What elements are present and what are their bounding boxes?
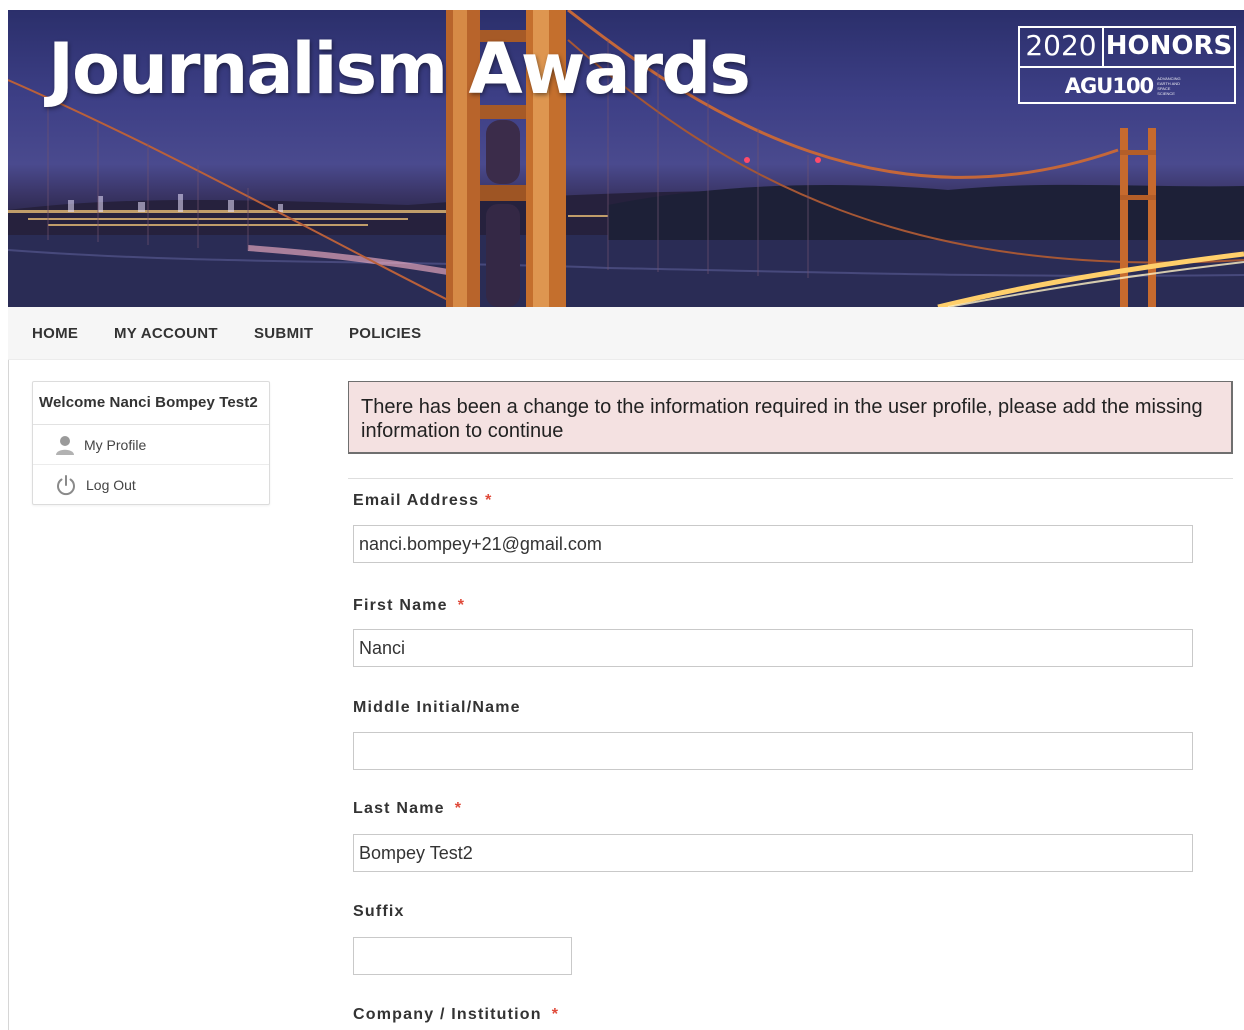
- sidebar-item-label: My Profile: [84, 436, 147, 453]
- badge-year: 2020: [1020, 28, 1104, 66]
- required-marker: *: [454, 800, 463, 817]
- email-label: Email Address *: [353, 492, 493, 509]
- divider: [348, 478, 1233, 479]
- first-name-field[interactable]: [353, 629, 1193, 667]
- last-name-label: Last Name *: [353, 800, 463, 817]
- nav-home[interactable]: HOME: [32, 325, 78, 342]
- middle-name-field[interactable]: [353, 732, 1193, 770]
- last-name-field[interactable]: [353, 834, 1193, 872]
- sidebar-item-log-out[interactable]: Log Out: [33, 465, 269, 504]
- required-marker: *: [457, 597, 466, 614]
- sidebar-item-label: Log Out: [86, 476, 136, 493]
- sidebar-item-my-profile[interactable]: My Profile: [33, 425, 269, 465]
- nav-submit[interactable]: SUBMIT: [254, 325, 313, 342]
- badge-word: HONORS: [1105, 31, 1233, 61]
- header-banner: Journalism Awards 2020 HONORS AGU100 ADV…: [8, 10, 1244, 307]
- suffix-label: Suffix: [353, 903, 405, 920]
- agu-logo: AGU100: [1064, 74, 1154, 98]
- email-field[interactable]: [353, 525, 1193, 563]
- suffix-field[interactable]: [353, 937, 572, 975]
- agu-tagline: ADVANCING EARTH AND SPACE SCIENCE: [1157, 76, 1181, 96]
- power-icon: [57, 474, 75, 495]
- company-label: Company / Institution *: [353, 1006, 560, 1023]
- nav-policies[interactable]: POLICIES: [349, 325, 421, 342]
- required-marker: *: [551, 1006, 560, 1023]
- first-name-label: First Name *: [353, 597, 466, 614]
- profile-update-alert: There has been a change to the informati…: [348, 381, 1233, 454]
- honors-badge: 2020 HONORS AGU100 ADVANCING EARTH AND S…: [1018, 26, 1236, 104]
- nav-my-account[interactable]: MY ACCOUNT: [114, 325, 218, 342]
- banner-title: Journalism Awards: [48, 28, 751, 110]
- user-icon: [56, 435, 74, 455]
- middle-name-label: Middle Initial/Name: [353, 699, 521, 716]
- required-marker: *: [485, 492, 493, 509]
- main-nav: HOME MY ACCOUNT SUBMIT POLICIES: [8, 307, 1244, 360]
- welcome-text: Welcome Nanci Bompey Test2: [33, 382, 269, 425]
- account-sidebar: Welcome Nanci Bompey Test2 My Profile Lo…: [32, 381, 270, 505]
